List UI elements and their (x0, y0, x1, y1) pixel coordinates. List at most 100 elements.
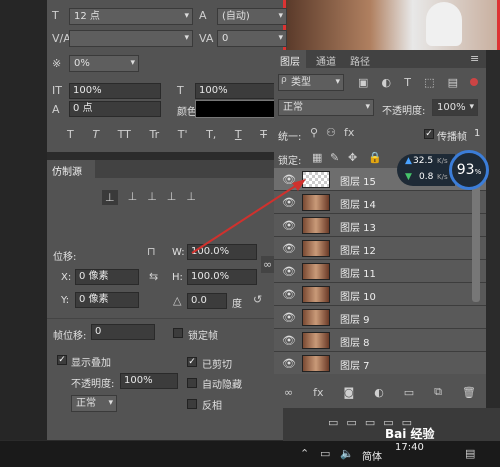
chain-link-icon[interactable]: ∞ (261, 256, 275, 273)
x-input[interactable]: 0 像素 (75, 269, 139, 285)
show-overlay-checkbox[interactable]: ✓ (57, 355, 67, 365)
filter-smart-icon[interactable]: ▤ (448, 76, 458, 89)
tab-channels[interactable]: 通道 (312, 50, 340, 71)
h-label: H: (172, 272, 183, 283)
overlay-opacity-input[interactable]: 100% (120, 373, 178, 389)
lock-frame-label: 锁定帧 (188, 331, 218, 342)
ime-indicator[interactable]: 简体 (362, 448, 382, 463)
visibility-eye-icon[interactable]: 👁 (282, 288, 296, 301)
dock-tool-icon[interactable]: ▭ (365, 416, 375, 429)
visibility-eye-icon[interactable]: 👁 (282, 311, 296, 324)
tab-layers[interactable]: 图层 (274, 50, 306, 68)
tsume-select[interactable]: 0% (69, 55, 139, 72)
vertical-scale-input[interactable]: 100% (69, 83, 161, 99)
clipped-checkbox[interactable]: ✓ (187, 357, 197, 367)
y-input[interactable]: 0 像素 (75, 292, 139, 308)
unify-position-icon[interactable]: ⚲ (310, 126, 318, 139)
small-caps-button[interactable]: Tr (150, 128, 160, 141)
lock-position-icon[interactable]: ✥ (348, 151, 357, 164)
lock-all-icon[interactable]: 🔒 (368, 151, 382, 164)
percent-value: 93 (456, 162, 475, 178)
subscript-button[interactable]: T, (206, 128, 216, 141)
panel-menu-icon[interactable]: ≡ (470, 52, 479, 65)
clock-time[interactable]: 17:40 (395, 442, 424, 453)
clone-source-2-icon[interactable]: ⊥ (128, 190, 138, 205)
tab-paths[interactable]: 路径 (346, 50, 374, 71)
width-link-icon: ⊓ (147, 245, 156, 258)
leading-select[interactable]: (自动) (217, 8, 287, 25)
link-icon[interactable]: ∞ (284, 386, 293, 399)
lock-frame-checkbox[interactable] (173, 328, 183, 338)
invert-checkbox[interactable] (187, 399, 197, 409)
tab-clone-source[interactable]: 仿制源 (47, 160, 95, 178)
layer-row[interactable]: 👁 图层 10 (274, 283, 486, 306)
unify-visibility-icon[interactable]: ⚇ (326, 126, 336, 139)
trash-icon[interactable]: 🗑 (462, 386, 476, 399)
net-speed-widget: ▲ 32.5 K/s ▼ 0.8 K/s 93% (397, 150, 497, 190)
strikethrough-button[interactable]: T (260, 128, 267, 141)
flip-horizontal-icon[interactable]: ⇆ (149, 270, 158, 283)
notification-icon[interactable]: ▤ (465, 447, 475, 460)
faux-italic-button[interactable]: T (92, 128, 99, 141)
filter-pixel-icon[interactable]: ▣ (358, 76, 368, 89)
dock-tool-icon[interactable]: ▭ (328, 416, 338, 429)
dock-tool-icon[interactable]: ▭ (346, 416, 356, 429)
visibility-eye-icon[interactable]: 👁 (282, 334, 296, 347)
layer-name: 图层 13 (340, 223, 376, 234)
baseline-shift-icon: A (52, 103, 60, 116)
new-layer-icon[interactable]: ⧉ (434, 385, 442, 399)
baseline-shift-input[interactable]: 0 点 (69, 101, 161, 117)
group-icon[interactable]: ▭ (404, 386, 414, 399)
filter-kind-select[interactable]: 类型 (278, 74, 344, 91)
reset-transform-icon[interactable]: ↺ (253, 293, 262, 306)
y-label: Y: (61, 295, 70, 306)
network-icon[interactable]: ▭ (320, 447, 330, 460)
lock-image-icon[interactable]: ✎ (330, 151, 339, 164)
frame-offset-input[interactable]: 0 (91, 324, 155, 340)
layer-row[interactable]: 👁 图层 8 (274, 329, 486, 352)
clone-source-4-icon[interactable]: ⊥ (167, 190, 177, 205)
all-caps-button[interactable]: TT (118, 128, 131, 141)
superscript-button[interactable]: T' (178, 128, 188, 141)
clone-source-3-icon[interactable]: ⊥ (147, 190, 157, 205)
faux-bold-button[interactable]: T (67, 128, 74, 141)
unify-style-icon[interactable]: fx (344, 126, 354, 139)
filter-shape-icon[interactable]: ⬚ (424, 76, 434, 89)
clone-source-1-icon[interactable]: ⊥ (102, 190, 118, 205)
clipped-label: 已剪切 (202, 360, 232, 371)
visibility-eye-icon[interactable]: 👁 (282, 357, 296, 370)
underline-button[interactable]: T (235, 128, 242, 141)
adjustment-icon[interactable]: ◐ (374, 386, 384, 399)
auto-hide-checkbox[interactable] (187, 378, 197, 388)
color-swatch[interactable] (195, 100, 285, 118)
volume-icon[interactable]: 🔈 (340, 447, 354, 460)
tracking-icon: VA (199, 32, 214, 45)
blend-mode-select[interactable]: 正常 (278, 99, 374, 116)
tray-chevron-icon[interactable]: ⌃ (300, 447, 309, 460)
mask-icon[interactable]: ◙ (344, 386, 355, 399)
angle-input[interactable]: 0.0 (187, 293, 227, 309)
layer-thumbnail (302, 355, 330, 372)
tracking-select[interactable]: 0 (217, 30, 287, 47)
overlay-blend-select[interactable]: 正常 (71, 395, 117, 412)
layer-row[interactable]: 👁 图层 11 (274, 260, 486, 283)
visibility-eye-icon[interactable]: 👁 (282, 265, 296, 278)
layer-row[interactable]: 👁 图层 7 (274, 352, 486, 374)
fx-icon[interactable]: fx (313, 386, 323, 399)
kerning-select[interactable] (69, 30, 193, 47)
w-label: W: (172, 247, 185, 258)
h-input[interactable]: 100.0% (187, 269, 257, 285)
filter-type-icon[interactable]: T (404, 76, 411, 89)
font-size-icon: T (52, 9, 59, 22)
propagate-frame-checkbox[interactable]: ✓ (424, 129, 434, 139)
lock-transparent-icon[interactable]: ▦ (312, 151, 322, 164)
layer-row[interactable]: 👁 图层 9 (274, 306, 486, 329)
filter-toggle[interactable] (470, 78, 478, 86)
font-size-select[interactable]: 12 点 (69, 8, 193, 25)
upload-arrow-icon: ▲ (405, 156, 412, 166)
canvas-image (283, 0, 500, 50)
layers-scrollbar[interactable] (472, 172, 480, 302)
layer-name: 图层 9 (340, 315, 370, 326)
filter-adjustment-icon[interactable]: ◐ (382, 76, 392, 89)
opacity-select[interactable]: 100% (432, 99, 478, 116)
